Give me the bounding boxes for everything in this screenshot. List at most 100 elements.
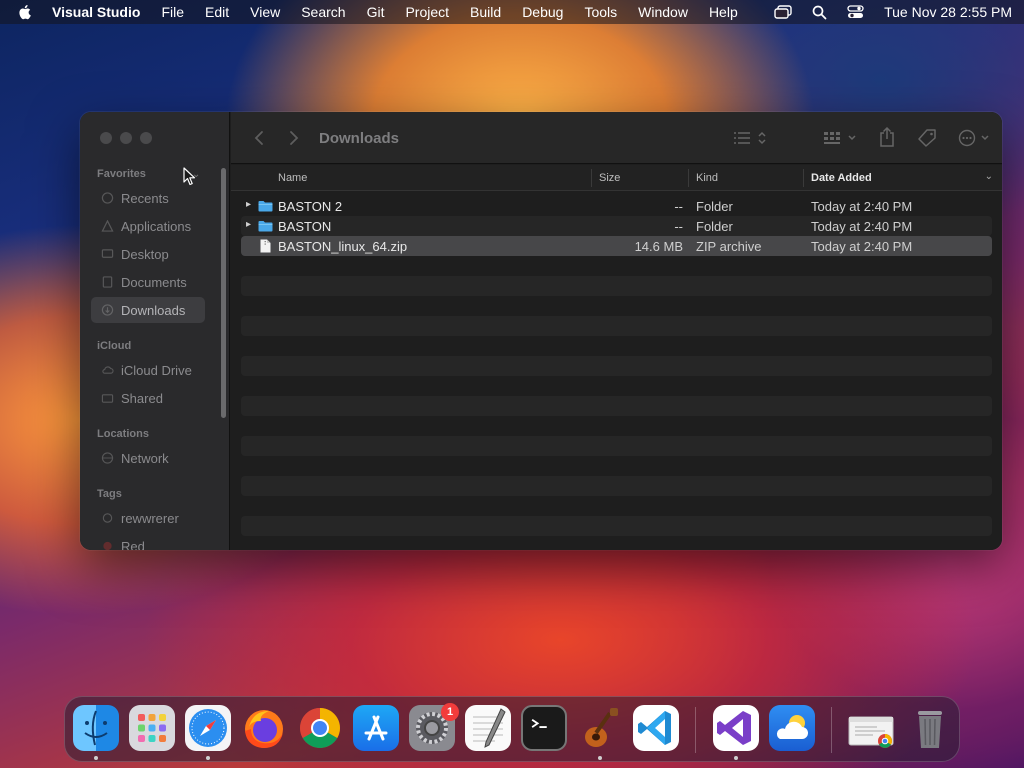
file-row-baston[interactable]: ▸ BASTON -- Folder Today at 2:40 PM xyxy=(241,216,992,236)
sidebar-item-documents[interactable]: Documents xyxy=(91,269,205,295)
sidebar-item-label: Red xyxy=(121,538,145,551)
tag-icon[interactable] xyxy=(916,129,938,147)
sidebar-section-locations[interactable]: Locations xyxy=(97,428,149,440)
menu-bar-clock[interactable]: Tue Nov 28 2:55 PM xyxy=(884,4,1012,20)
network-icon xyxy=(101,452,114,464)
empty-row xyxy=(241,276,992,296)
clock-icon xyxy=(101,192,114,204)
menu-window[interactable]: Window xyxy=(638,4,688,20)
menu-search[interactable]: Search xyxy=(301,4,345,20)
dock-launchpad-icon[interactable] xyxy=(129,705,175,751)
dock-app-store-icon[interactable] xyxy=(353,705,399,751)
sort-chevron-icon[interactable]: ⌄ xyxy=(985,171,993,182)
folder-icon xyxy=(258,221,273,232)
sidebar-section-favorites[interactable]: Favorites xyxy=(97,168,146,180)
menu-debug[interactable]: Debug xyxy=(522,4,563,20)
column-header-date-added[interactable]: Date Added xyxy=(811,172,872,184)
desktop-icon xyxy=(101,249,114,258)
zoom-window-button[interactable] xyxy=(140,132,152,144)
file-size: -- xyxy=(674,219,683,234)
tag-dot-icon xyxy=(102,513,113,523)
sidebar-scrollbar[interactable] xyxy=(221,168,226,418)
column-divider[interactable] xyxy=(591,169,592,187)
column-header-kind[interactable]: Kind xyxy=(696,172,718,184)
back-icon[interactable] xyxy=(251,129,267,147)
column-header-size[interactable]: Size xyxy=(599,172,620,184)
empty-row xyxy=(241,416,992,436)
empty-row xyxy=(241,336,992,356)
menu-edit[interactable]: Edit xyxy=(205,4,229,20)
sidebar-section-icloud[interactable]: iCloud xyxy=(97,340,131,352)
tag-dot-icon xyxy=(103,541,112,550)
dock-textedit-icon[interactable] xyxy=(465,705,511,751)
dock-chrome-window-icon[interactable] xyxy=(847,705,897,751)
column-header-bar: Name Size Kind Date Added ⌄ xyxy=(231,165,1002,191)
sidebar-item-network[interactable]: Network xyxy=(91,445,205,471)
running-indicator xyxy=(598,756,602,760)
dock-weather-icon[interactable] xyxy=(769,705,815,751)
list-view-icon[interactable] xyxy=(731,129,771,147)
mouse-pointer-icon xyxy=(183,167,196,186)
menu-view[interactable]: View xyxy=(250,4,280,20)
file-row-baston-linux-64-zip[interactable]: BASTON_linux_64.zip 14.6 MB ZIP archive … xyxy=(241,236,992,256)
forward-icon[interactable] xyxy=(286,129,302,147)
dock-visual-studio-icon[interactable] xyxy=(713,705,759,751)
dock-safari-icon[interactable] xyxy=(185,705,231,751)
apple-menu-icon[interactable] xyxy=(16,4,32,20)
file-name: BASTON xyxy=(278,219,332,234)
dock-vscode-icon[interactable] xyxy=(633,705,679,751)
file-row-baston-2[interactable]: ▸ BASTON 2 -- Folder Today at 2:40 PM xyxy=(241,196,992,216)
column-header-name[interactable]: Name xyxy=(278,172,307,184)
dock-firefox-icon[interactable] xyxy=(241,705,287,751)
disclosure-triangle-icon[interactable]: ▸ xyxy=(246,219,251,230)
sidebar-item-downloads[interactable]: Downloads xyxy=(91,297,205,323)
sidebar-section-tags[interactable]: Tags xyxy=(97,488,122,500)
file-date-added: Today at 2:40 PM xyxy=(811,239,913,254)
empty-row xyxy=(241,396,992,416)
screen-mirroring-icon[interactable] xyxy=(774,4,792,20)
sidebar-item-label: Desktop xyxy=(121,246,169,262)
sidebar-item-tag-rewwrerer[interactable]: rewwrerer xyxy=(91,505,205,531)
dock-trash-icon[interactable] xyxy=(907,705,953,751)
app-name-menu[interactable]: Visual Studio xyxy=(52,4,140,20)
menu-git[interactable]: Git xyxy=(367,4,385,20)
share-icon[interactable] xyxy=(877,126,897,148)
file-kind: Folder xyxy=(696,219,733,234)
menu-bar: Visual Studio File Edit View Search Git … xyxy=(0,0,1024,24)
dock-garageband-icon[interactable] xyxy=(577,705,623,751)
control-center-icon[interactable] xyxy=(846,4,864,20)
more-actions-icon[interactable] xyxy=(957,129,995,147)
sidebar-item-recents[interactable]: Recents xyxy=(91,185,205,211)
sidebar-item-shared[interactable]: Shared xyxy=(91,385,205,411)
column-divider[interactable] xyxy=(803,169,804,187)
menu-project[interactable]: Project xyxy=(405,4,449,20)
sidebar-item-icloud-drive[interactable]: iCloud Drive xyxy=(91,357,205,383)
file-name: BASTON_linux_64.zip xyxy=(278,239,408,254)
sidebar-item-label: rewwrerer xyxy=(121,510,179,526)
sidebar-item-label: Recents xyxy=(121,190,169,206)
menu-build[interactable]: Build xyxy=(470,4,501,20)
empty-row xyxy=(241,296,992,316)
file-kind: Folder xyxy=(696,199,733,214)
group-icon[interactable] xyxy=(821,129,861,147)
shared-folder-icon xyxy=(101,394,114,403)
menu-help[interactable]: Help xyxy=(709,4,738,20)
running-indicator xyxy=(94,756,98,760)
folder-icon xyxy=(258,201,273,212)
disclosure-triangle-icon[interactable]: ▸ xyxy=(246,199,251,210)
dock-chrome-icon[interactable] xyxy=(297,705,343,751)
sidebar-item-desktop[interactable]: Desktop xyxy=(91,241,205,267)
menu-file[interactable]: File xyxy=(161,4,184,20)
column-divider[interactable] xyxy=(688,169,689,187)
menu-tools[interactable]: Tools xyxy=(584,4,617,20)
empty-row xyxy=(241,316,992,336)
minimize-window-button[interactable] xyxy=(120,132,132,144)
dock-finder-icon[interactable] xyxy=(73,705,119,751)
sidebar-item-applications[interactable]: Applications xyxy=(91,213,205,239)
zip-file-icon xyxy=(260,239,271,253)
close-window-button[interactable] xyxy=(100,132,112,144)
spotlight-search-icon[interactable] xyxy=(810,4,828,20)
file-kind: ZIP archive xyxy=(696,239,762,254)
sidebar-item-tag-red[interactable]: Red xyxy=(91,533,205,550)
dock-terminal-icon[interactable] xyxy=(521,705,567,751)
